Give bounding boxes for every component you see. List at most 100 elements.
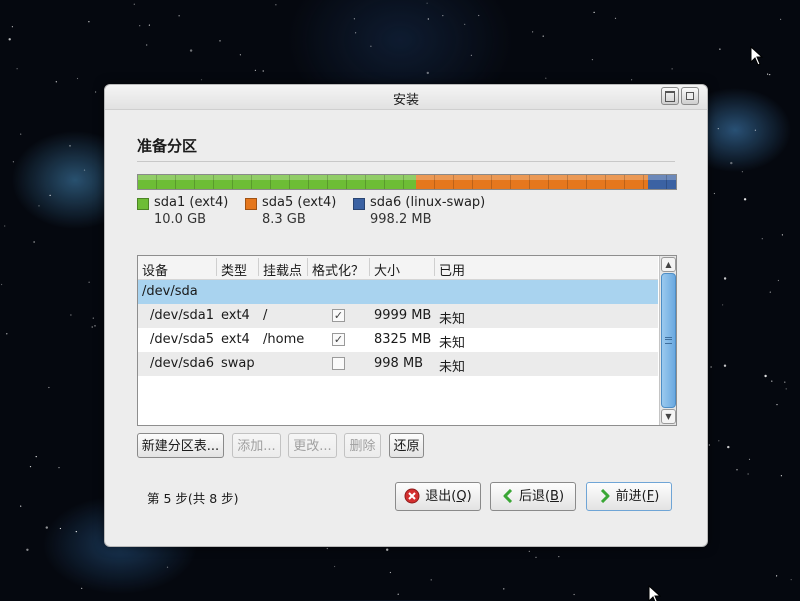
legend-size: 998.2 MB	[370, 212, 432, 227]
star	[478, 14, 480, 17]
device-cell: /dev/sda1	[150, 308, 214, 323]
arrow-left-icon	[503, 488, 513, 503]
table-row-disk[interactable]: /dev/sda	[138, 280, 658, 304]
quit-button[interactable]: 退出(Q)	[395, 482, 481, 511]
star	[35, 456, 37, 458]
star	[189, 49, 193, 52]
column-header-device[interactable]: 设备	[142, 260, 168, 279]
star	[767, 73, 769, 75]
legend-swatch	[353, 198, 365, 210]
column-header-type[interactable]: 类型	[215, 258, 247, 279]
star	[730, 161, 733, 165]
star	[353, 18, 355, 20]
legend-label: sda5 (ext4)	[262, 195, 337, 210]
quit-accel: Q	[456, 489, 467, 504]
close-circle-icon	[404, 488, 420, 503]
star	[777, 279, 780, 282]
star	[442, 15, 444, 17]
close-window-button[interactable]	[681, 87, 699, 105]
star	[69, 145, 71, 147]
star	[717, 128, 719, 130]
scroll-down-icon[interactable]: ▼	[661, 409, 676, 424]
scrollbar-thumb[interactable]	[661, 273, 676, 408]
revert-button[interactable]: 还原	[389, 433, 424, 458]
star	[91, 326, 93, 328]
star	[736, 469, 738, 471]
star	[386, 548, 389, 551]
star	[178, 15, 180, 17]
star	[262, 70, 264, 72]
vertical-scrollbar[interactable]: ▲ ▼	[659, 256, 676, 425]
add-partition-button[interactable]: 添加...	[232, 433, 281, 458]
star	[761, 238, 763, 240]
star	[776, 575, 778, 577]
mouse-pointer-icon	[648, 585, 662, 601]
star	[781, 234, 784, 236]
maximize-button[interactable]	[661, 87, 679, 105]
column-header-mount[interactable]: 挂载点	[257, 258, 302, 279]
legend-swatch	[137, 198, 149, 210]
back-button[interactable]: 后退(B)	[490, 482, 576, 511]
star	[12, 161, 14, 163]
size-cell: 998 MB	[374, 356, 424, 371]
star	[785, 388, 787, 390]
table-row[interactable]: /dev/sda6 swap 998 MB 未知	[138, 352, 658, 376]
step-indicator: 第 5 步(共 8 步)	[147, 491, 239, 506]
device-cell: /dev/sda5	[150, 332, 214, 347]
mount-cell: /home	[263, 332, 305, 347]
star	[631, 79, 633, 81]
legend-label: sda6 (linux-swap)	[370, 195, 486, 210]
column-header-used[interactable]: 已用	[433, 258, 465, 279]
star	[254, 69, 256, 71]
scroll-up-icon[interactable]: ▲	[661, 257, 676, 272]
type-cell: swap	[221, 356, 255, 371]
star	[92, 317, 94, 319]
new-partition-table-button[interactable]: 新建分区表...	[137, 433, 224, 458]
star	[743, 198, 747, 201]
title-bar[interactable]: 安装	[105, 85, 707, 110]
star	[49, 194, 51, 196]
delete-partition-button[interactable]: 删除	[344, 433, 381, 458]
forward-label: 前进(	[615, 489, 647, 504]
star	[38, 205, 40, 207]
disk-name: /dev/sda	[142, 284, 198, 299]
star	[29, 466, 32, 468]
legend-label: sda1 (ext4)	[154, 195, 229, 210]
change-partition-button[interactable]: 更改...	[288, 433, 337, 458]
star	[747, 473, 749, 475]
forward-label-end: )	[654, 489, 660, 504]
star	[45, 526, 48, 529]
star	[275, 4, 277, 6]
partition-table[interactable]: 设备 类型 挂载点 格式化？ 大小 已用 /dev/sda /dev/sda1 …	[137, 255, 677, 426]
star	[708, 444, 711, 446]
arrow-right-icon	[600, 488, 610, 503]
size-cell: 9999 MB	[374, 308, 432, 323]
star	[573, 593, 575, 596]
column-header-format[interactable]: 格式化？	[306, 258, 364, 279]
partition-segment-sda6	[648, 175, 676, 189]
star	[464, 23, 466, 25]
forward-button[interactable]: 前进(F)	[586, 482, 672, 511]
star	[83, 169, 86, 171]
star	[33, 241, 35, 243]
star	[713, 192, 716, 195]
page-title: 准备分区	[137, 137, 198, 155]
star	[88, 281, 90, 283]
format-checkbox[interactable]	[332, 357, 345, 370]
star	[326, 547, 328, 550]
mouse-pointer-icon	[750, 46, 764, 66]
format-checkbox[interactable]: ✓	[332, 333, 345, 346]
star	[503, 588, 505, 590]
back-label-end: )	[558, 489, 565, 504]
table-row[interactable]: /dev/sda1 ext4 / ✓ 9999 MB 未知	[138, 304, 658, 328]
type-cell: ext4	[221, 308, 250, 323]
star	[591, 59, 594, 61]
used-cell: 未知	[439, 336, 466, 351]
star	[94, 325, 96, 327]
table-row[interactable]: /dev/sda5 ext4 /home ✓ 8325 MB 未知	[138, 328, 658, 352]
star	[166, 566, 169, 568]
star	[48, 386, 50, 389]
format-checkbox[interactable]: ✓	[332, 309, 345, 322]
legend-size: 10.0 GB	[154, 212, 207, 227]
column-header-size[interactable]: 大小	[368, 258, 400, 279]
